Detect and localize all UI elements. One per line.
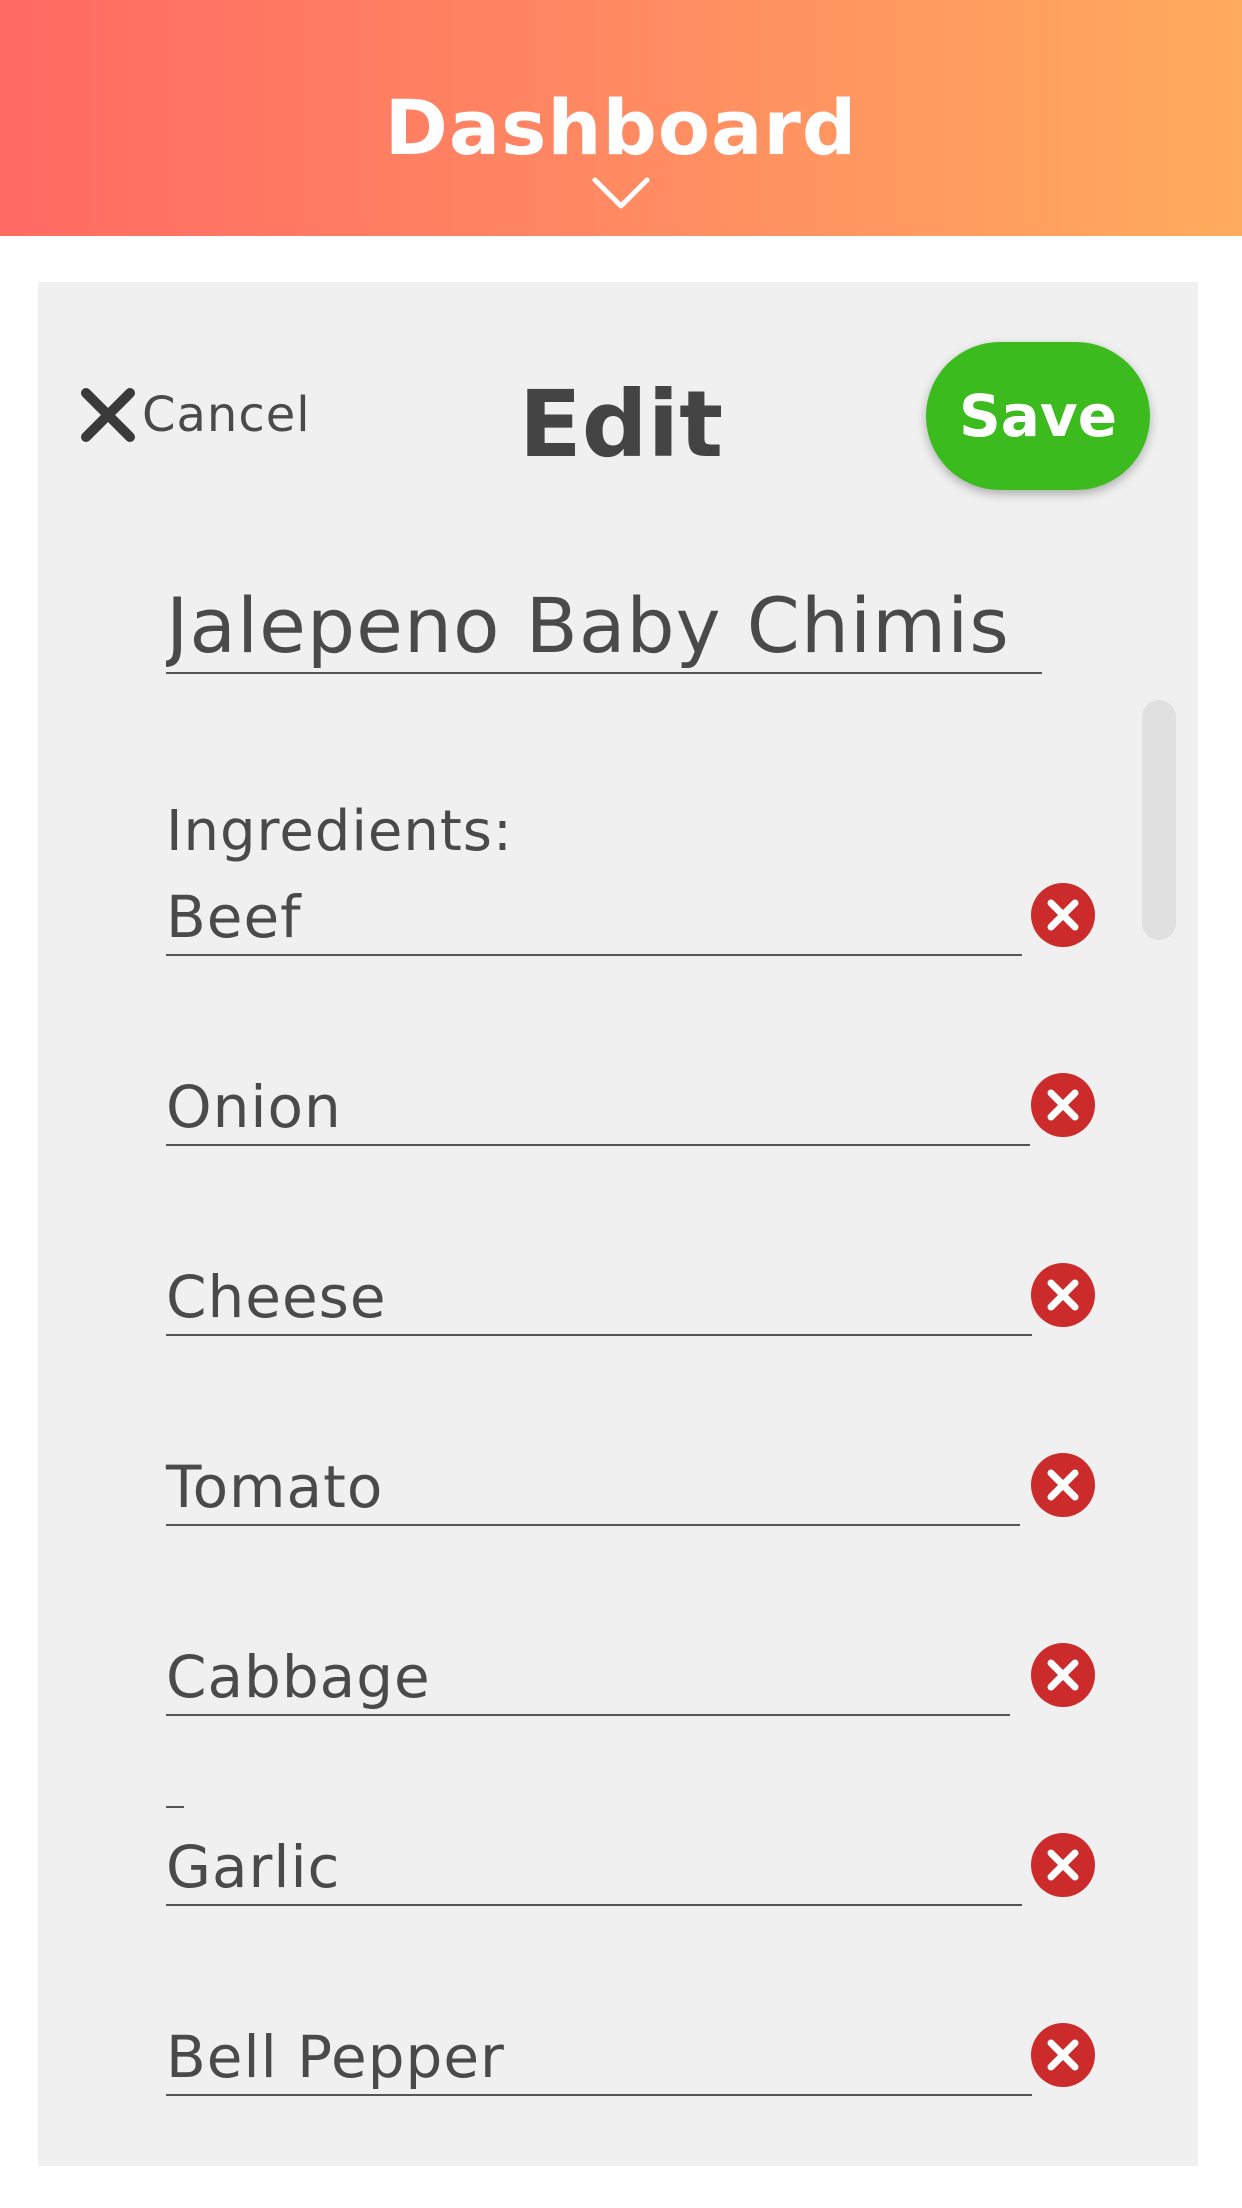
chevron-down-icon[interactable] <box>591 176 651 212</box>
ingredient-input[interactable]: Bell Pepper <box>166 2020 1032 2096</box>
divider-mark <box>166 1806 184 1808</box>
dashboard-title[interactable]: Dashboard <box>0 78 1242 178</box>
remove-circle-icon[interactable] <box>1030 1072 1096 1138</box>
ingredient-input[interactable]: Cabbage <box>166 1640 1010 1716</box>
scrollbar[interactable] <box>1142 700 1176 940</box>
ingredient-input[interactable]: Beef <box>166 880 1022 956</box>
ingredients-label: Ingredients: <box>166 799 513 864</box>
ingredient-input[interactable]: Garlic <box>166 1830 1022 1906</box>
cancel-label: Cancel <box>142 387 311 443</box>
remove-circle-icon[interactable] <box>1030 1262 1096 1328</box>
remove-circle-icon[interactable] <box>1030 1642 1096 1708</box>
remove-circle-icon[interactable] <box>1030 882 1096 948</box>
app-header: Dashboard <box>0 0 1242 236</box>
cancel-button[interactable]: Cancel <box>80 380 311 450</box>
ingredient-input[interactable]: Onion <box>166 1070 1030 1146</box>
ingredient-input[interactable]: Tomato <box>166 1450 1020 1526</box>
save-button[interactable]: Save <box>926 342 1150 490</box>
remove-circle-icon[interactable] <box>1030 2022 1096 2088</box>
close-icon <box>81 388 135 442</box>
remove-circle-icon[interactable] <box>1030 1452 1096 1518</box>
ingredient-input[interactable]: Cheese <box>166 1260 1032 1336</box>
recipe-name-input[interactable]: Jalepeno Baby Chimis <box>166 580 1042 674</box>
remove-circle-icon[interactable] <box>1030 1832 1096 1898</box>
